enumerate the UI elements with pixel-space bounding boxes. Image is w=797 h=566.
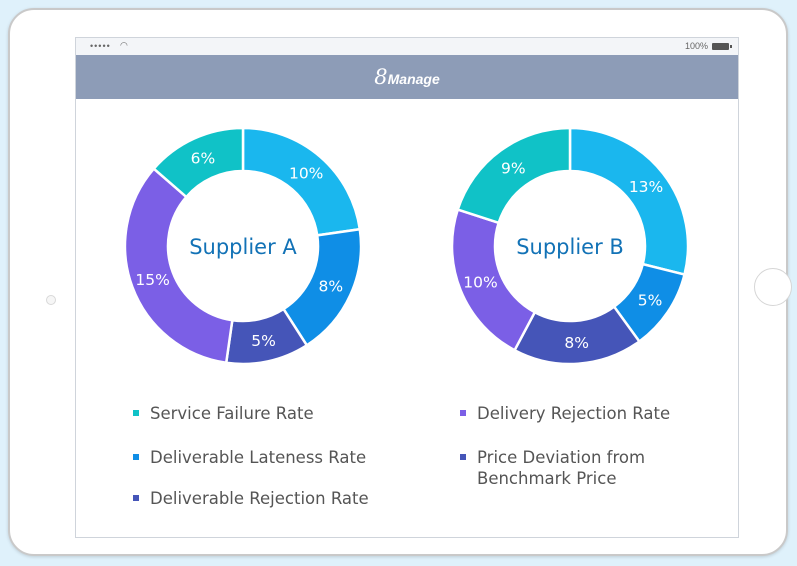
legend-label: Service Failure Rate xyxy=(150,404,314,423)
legend-label: Price Deviation from Benchmark Price xyxy=(477,448,646,488)
legend-label: Deliverable Rejection Rate xyxy=(150,489,369,508)
legend-swatch xyxy=(133,454,139,460)
camera-icon xyxy=(46,295,56,305)
donut-chart-1: 10% 8% 5% 15% 6% Supplier A xyxy=(123,126,363,366)
slice-label: 9% xyxy=(501,159,526,177)
legend-swatch xyxy=(460,454,466,460)
slice-label: 5% xyxy=(251,332,276,350)
chart-title: Supplier B xyxy=(516,235,624,259)
legend-swatch xyxy=(460,410,466,416)
slice-label: 5% xyxy=(638,291,663,309)
donut-chart-2: 13% 5% 8% 10% 9% Supplier B xyxy=(450,126,690,366)
legend-label: Delivery Rejection Rate xyxy=(477,404,671,423)
donut-slice xyxy=(123,166,234,365)
slice-label: 6% xyxy=(191,150,216,168)
slice-label: 8% xyxy=(318,278,343,296)
slice-label: 15% xyxy=(135,271,169,289)
slice-label: 8% xyxy=(564,334,589,352)
legend-label: Deliverable Lateness Rate xyxy=(150,448,367,467)
legend-swatch xyxy=(133,410,139,416)
slice-label: 10% xyxy=(463,274,497,292)
app-screen: ••••• ◠ 100% 8Manage 10% 8% 5% 15% 6% Supplie… xyxy=(75,37,739,538)
legend-swatch xyxy=(133,495,139,501)
chart-title: Supplier A xyxy=(189,235,297,259)
slice-label: 13% xyxy=(629,178,663,196)
slice-label: 10% xyxy=(289,165,323,183)
home-button[interactable] xyxy=(754,268,792,306)
